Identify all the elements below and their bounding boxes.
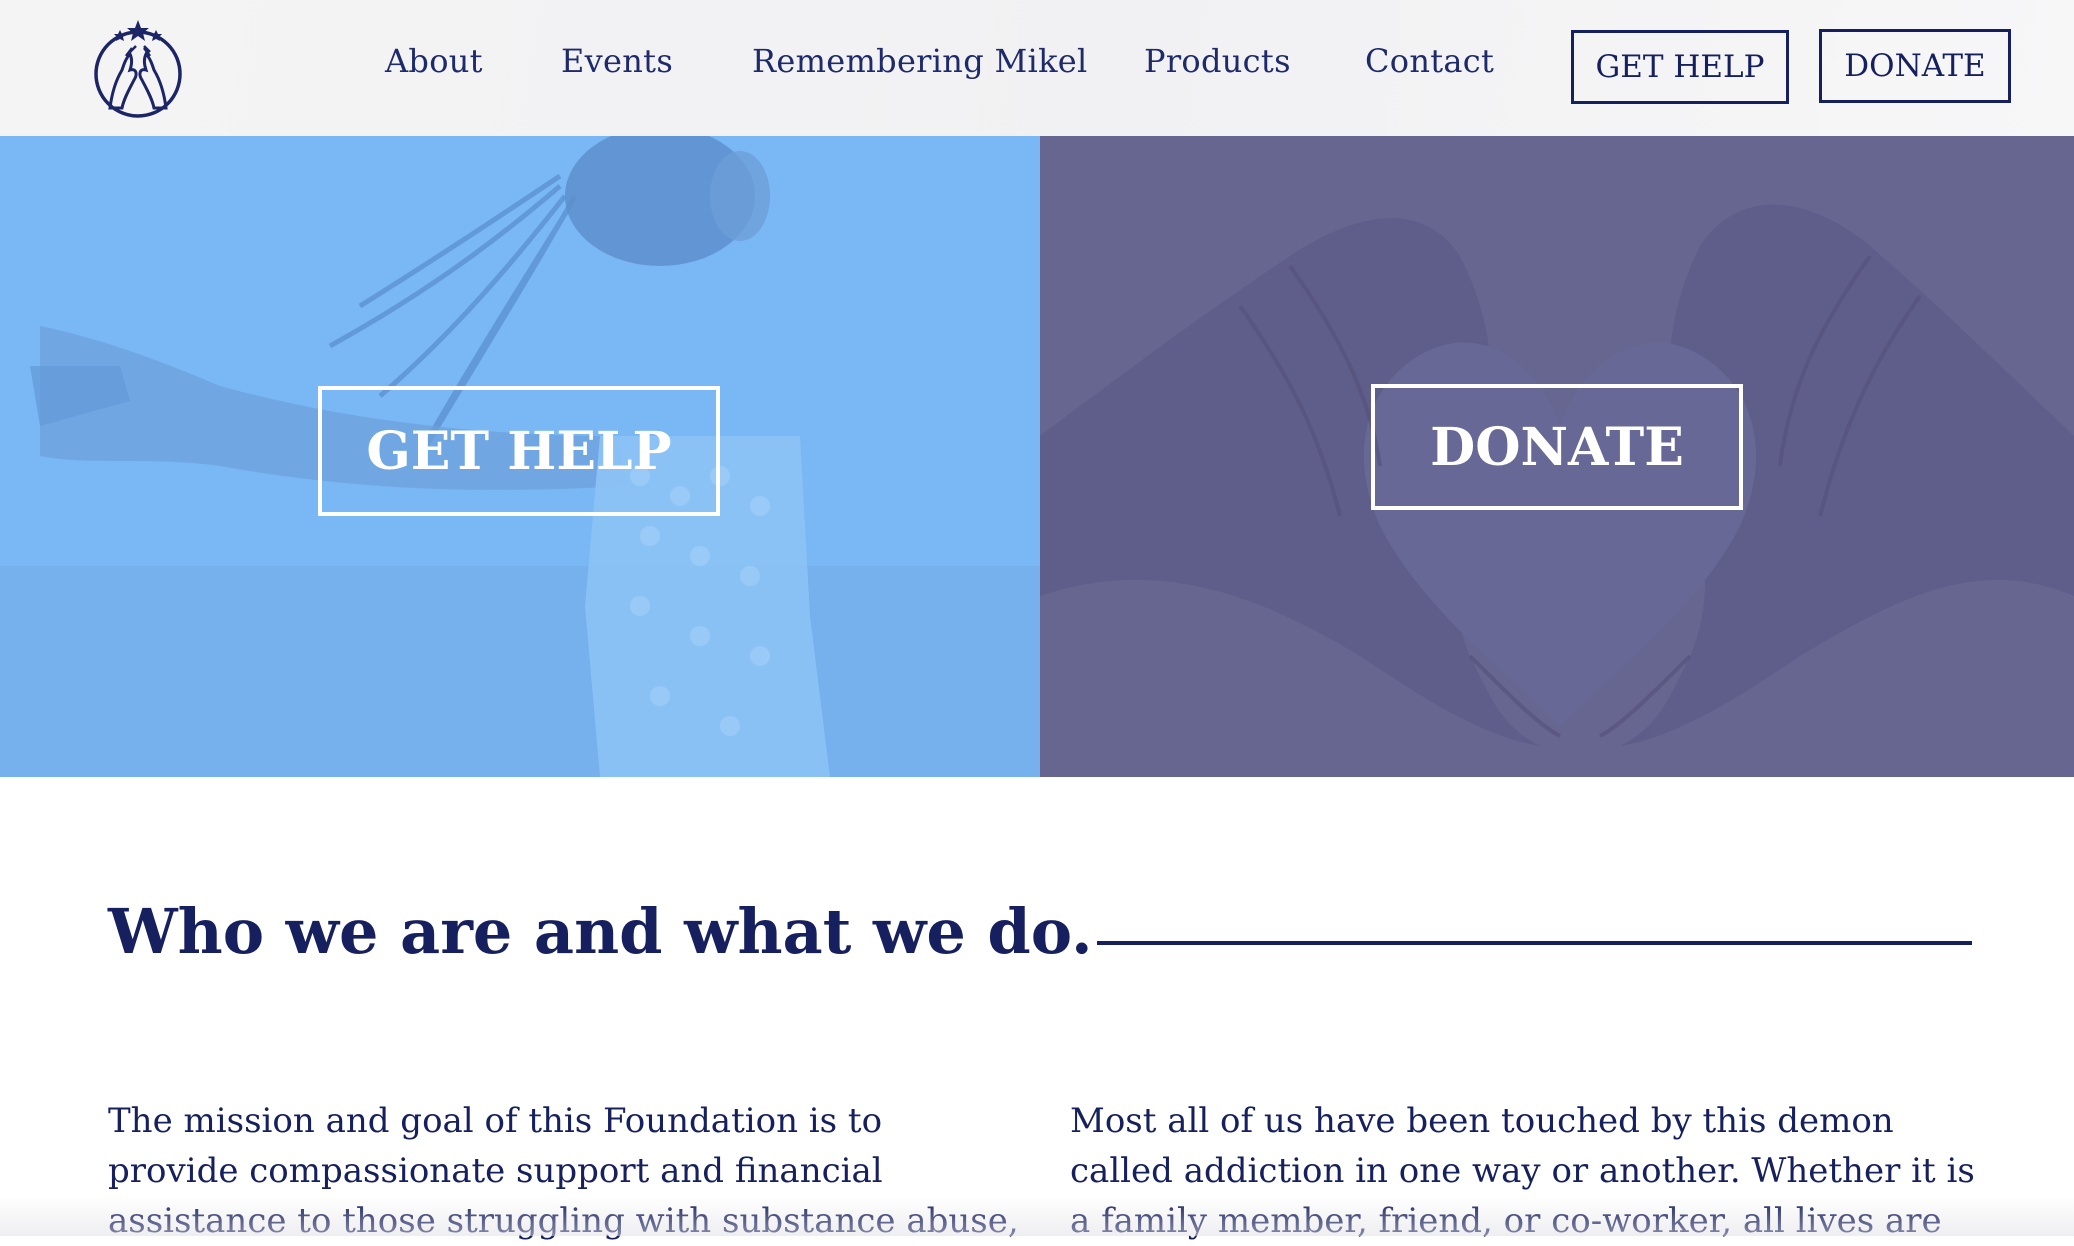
header-donate-button[interactable]: DONATE <box>1819 29 2011 103</box>
hero-get-help-panel[interactable]: GET HELP <box>0 136 1040 777</box>
addiction-paragraph-line: Most all of us have been touched by this… <box>1070 1101 1894 1141</box>
addiction-paragraph-line: called addiction in one way or another. … <box>1070 1151 1975 1191</box>
mission-paragraph-line: provide compassionate support and financ… <box>108 1151 883 1191</box>
hero-donate-panel[interactable]: DONATE <box>1040 136 2074 777</box>
foundation-logo-icon[interactable] <box>88 18 188 122</box>
about-section-title: Who we are and what we do. <box>108 895 1093 968</box>
title-divider-line <box>1097 941 1972 945</box>
nav-link-events[interactable]: Events <box>561 42 673 80</box>
mission-paragraph-line: The mission and goal of this Foundation … <box>108 1101 883 1141</box>
site-header: About Events Remembering Mikel Products … <box>0 0 2074 136</box>
nav-link-products[interactable]: Products <box>1144 42 1291 80</box>
hero-donate-button[interactable]: DONATE <box>1371 384 1743 510</box>
nav-link-contact[interactable]: Contact <box>1365 42 1494 80</box>
mission-paragraph: The mission and goal of this Foundation … <box>108 1096 1019 1246</box>
nav-link-about[interactable]: About <box>385 42 483 80</box>
nav-link-remembering-mikel[interactable]: Remembering Mikel <box>752 42 1088 80</box>
addiction-paragraph-line: a family member, friend, or co-worker, a… <box>1070 1201 1942 1241</box>
mission-paragraph-line: assistance to those struggling with subs… <box>108 1201 1019 1241</box>
addiction-paragraph: Most all of us have been touched by this… <box>1070 1096 1975 1246</box>
hero-get-help-button[interactable]: GET HELP <box>318 386 720 516</box>
header-get-help-button[interactable]: GET HELP <box>1571 30 1789 104</box>
